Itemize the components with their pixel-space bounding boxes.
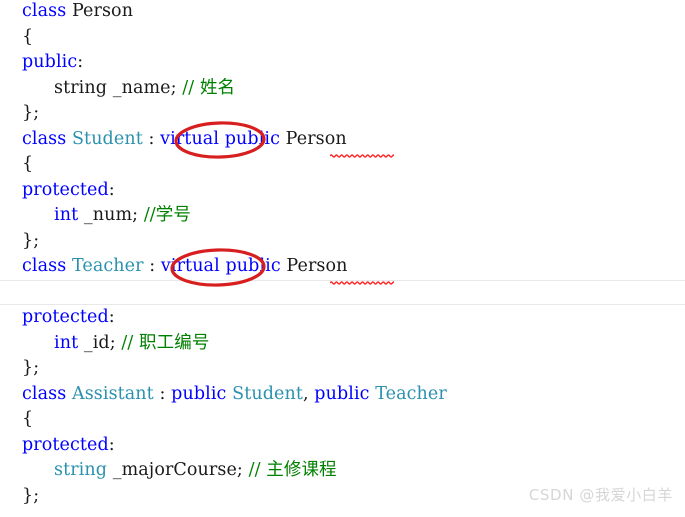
code-screenshot: class Person{public: string _name; // 姓名}… (0, 0, 685, 517)
token-kw: public (225, 256, 281, 276)
token-plain: Person (71, 1, 134, 21)
token-plain: _name; (112, 77, 183, 98)
token-kw: public (314, 383, 370, 404)
token-comment: //学号 (143, 205, 192, 225)
token-type: string (54, 460, 108, 480)
code-line-1[interactable]: class Person (0, 0, 685, 25)
code-line-5[interactable]: }; (0, 101, 685, 127)
code-line-16[interactable]: class Assistant : public Student, public… (0, 382, 685, 408)
token-punct: { (22, 26, 34, 47)
token-comment: // 主修课程 (248, 460, 337, 480)
token-kw: protected (22, 179, 109, 200)
token-kw: public (171, 383, 227, 404)
code-editor-surface[interactable]: class Person{public: string _name; // 姓名}… (0, 0, 685, 517)
token-kw: class (22, 1, 72, 21)
token-kw: protected (22, 307, 109, 327)
token-punct: { (22, 154, 34, 174)
token-punct: }; (22, 358, 40, 378)
token-punct: : (77, 52, 84, 72)
code-line-14[interactable]: int _id; // 职工编号 (0, 331, 685, 357)
token-punct: , (302, 383, 315, 404)
token-punct: : (153, 383, 172, 404)
token-plain: Person (286, 256, 348, 276)
token-punct: }; (22, 485, 40, 506)
code-line-18[interactable]: protected: (0, 433, 685, 459)
token-type: Student (71, 128, 143, 149)
code-line-11[interactable]: class Teacher : virtual public Person (0, 254, 685, 280)
code-line-13[interactable]: protected: (0, 305, 685, 331)
token-comment: // 姓名 (182, 77, 236, 98)
token-kw: public (224, 128, 280, 149)
token-kw: class (22, 256, 72, 276)
token-punct: }; (22, 103, 40, 123)
code-line-3[interactable]: public: (0, 50, 685, 76)
code-line-4[interactable]: string _name; // 姓名 (0, 76, 685, 102)
code-line-2[interactable]: { (0, 25, 685, 51)
token-punct: : (108, 307, 115, 327)
token-comment: // 职工编号 (121, 332, 210, 353)
code-line-7[interactable]: { (0, 152, 685, 178)
token-punct: }; (22, 230, 40, 251)
token-kw: class (22, 128, 72, 149)
token-plain: _majorCourse; (107, 460, 249, 480)
token-type: Teacher (71, 256, 144, 276)
token-punct: : (142, 128, 161, 149)
token-plain: _num; (78, 205, 144, 225)
token-kw: protected (22, 434, 109, 455)
token-plain: _id; (78, 332, 122, 353)
code-line-17[interactable]: { (0, 407, 685, 433)
current-line-highlight (0, 279, 685, 305)
code-line-15[interactable]: }; (0, 356, 685, 382)
token-kw: int (54, 332, 79, 353)
token-type: Assistant (71, 383, 154, 404)
token-plain: Person (285, 128, 347, 149)
token-kw: class (22, 383, 72, 404)
token-kw: public (22, 52, 78, 72)
token-type: Student (232, 383, 303, 404)
token-kw: virtual (160, 128, 220, 149)
code-line-8[interactable]: protected: (0, 178, 685, 204)
code-line-9[interactable]: int _num; //学号 (0, 203, 685, 229)
code-line-19[interactable]: string _majorCourse; // 主修课程 (0, 458, 685, 484)
token-kw: int (54, 205, 79, 225)
token-kw: virtual (160, 256, 220, 276)
token-punct: : (108, 434, 115, 455)
token-type: Teacher (375, 383, 447, 404)
code-line-6[interactable]: class Student : virtual public Person (0, 127, 685, 153)
token-punct: : (108, 179, 115, 200)
csdn-watermark: CSDN @我爱小白羊 (528, 486, 673, 504)
token-plain: string (54, 77, 113, 98)
token-punct: { (22, 409, 34, 429)
code-line-10[interactable]: }; (0, 229, 685, 255)
token-punct: : (143, 256, 161, 276)
